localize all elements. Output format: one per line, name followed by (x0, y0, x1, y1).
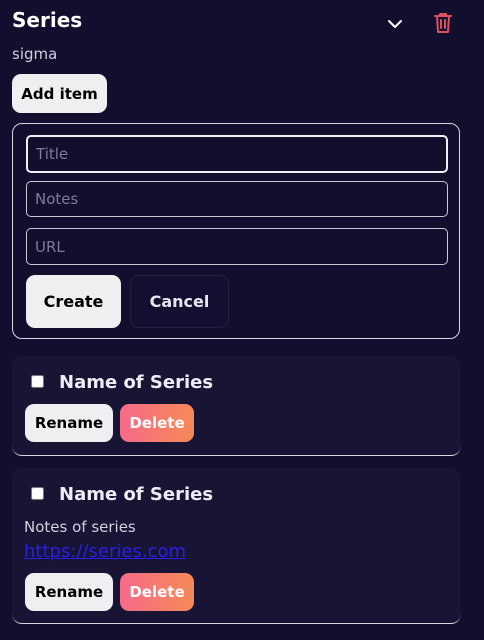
item-notes: Notes of series (24, 518, 136, 536)
section-title: Series (12, 8, 83, 32)
chevron-down-icon (388, 20, 402, 28)
item-name: Name of Series (59, 372, 214, 393)
item-name: Name of Series (59, 484, 214, 505)
new-item-form: Create Cancel (12, 123, 460, 339)
cancel-button[interactable]: Cancel (130, 275, 229, 328)
notes-input[interactable] (26, 181, 448, 217)
list-item: Name of Series Rename Delete (12, 356, 461, 456)
list-item: Name of Series Notes of series https://s… (12, 468, 461, 624)
collapse-toggle-button[interactable] (384, 14, 406, 34)
delete-series-button[interactable] (432, 10, 454, 36)
delete-button[interactable]: Delete (120, 404, 194, 442)
create-button[interactable]: Create (26, 275, 121, 328)
title-input[interactable] (26, 135, 448, 173)
item-url-link[interactable]: https://series.com (24, 541, 186, 562)
rename-button[interactable]: Rename (25, 573, 113, 611)
trash-icon (434, 13, 452, 33)
rename-button[interactable]: Rename (25, 404, 113, 442)
item-checkbox[interactable] (31, 487, 44, 500)
delete-button[interactable]: Delete (120, 573, 194, 611)
series-header: Series (12, 8, 462, 38)
item-checkbox[interactable] (31, 375, 44, 388)
series-subtitle: sigma (12, 45, 58, 63)
url-input[interactable] (26, 228, 448, 265)
add-item-button[interactable]: Add item (12, 74, 107, 113)
